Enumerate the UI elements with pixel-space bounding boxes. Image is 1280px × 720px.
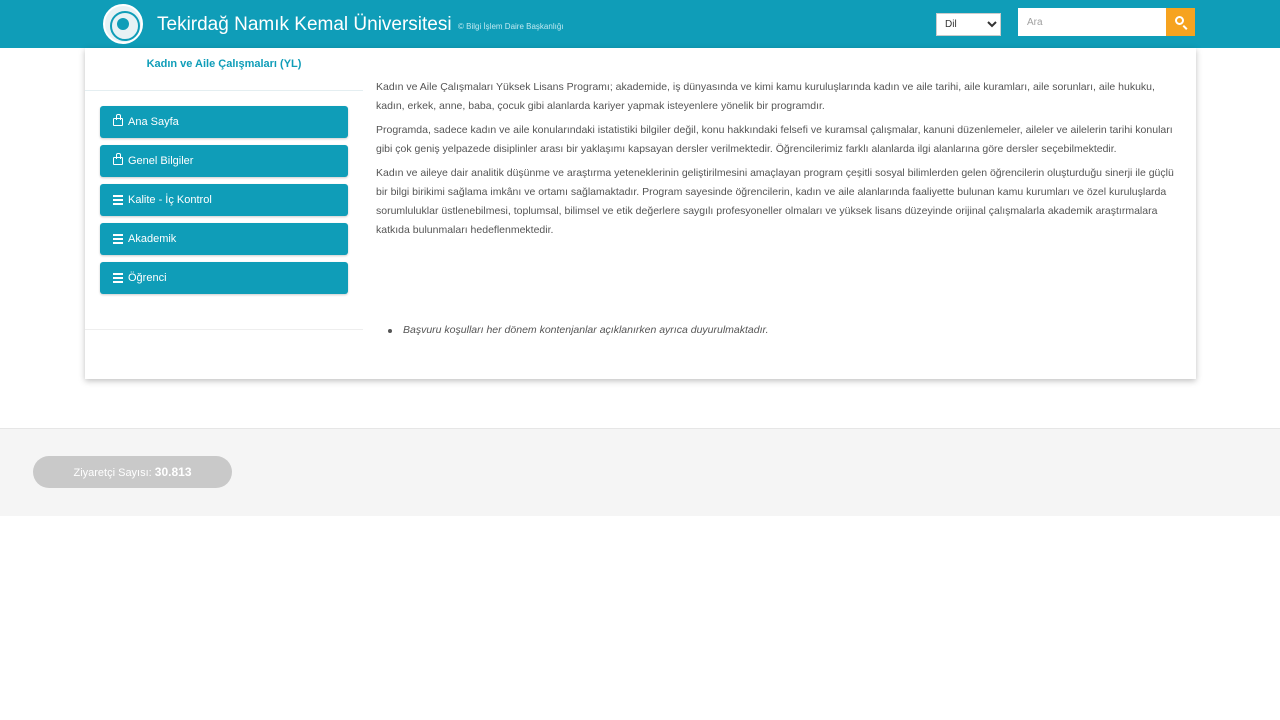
page-footer: Ziyaretçi Sayısı: 30.813 — [0, 428, 1280, 516]
visitor-counter-value: 30.813 — [154, 465, 192, 479]
bullet-dot — [388, 329, 392, 333]
program-description: Kadın ve Aile Çalışmaları Yüksek Lisans … — [376, 78, 1182, 245]
description-paragraph: Kadın ve Aile Çalışmaları Yüksek Lisans … — [376, 81, 1155, 112]
visitor-counter-label: Ziyaretçi Sayısı: — [73, 467, 152, 479]
sidebar-divider — [85, 90, 363, 91]
description-paragraph: Kadın ve aileye dair analitik düşünme ve… — [376, 167, 1174, 236]
sidebar-item-kalite-ic-kontrol[interactable]: Kalite - İç Kontrol — [100, 184, 348, 216]
sidebar-item-ogrenci[interactable]: Öğrenci — [100, 262, 348, 294]
application-note: Başvuru koşulları her dönem kontenjanlar… — [388, 324, 769, 336]
sidebar-item-label: Ana Sayfa — [128, 116, 179, 128]
search-input[interactable] — [1018, 8, 1166, 36]
main-card: Kadın ve Aile Çalışmaları (YL) Ana Sayfa… — [85, 48, 1196, 379]
sidebar-item-label: Öğrenci — [128, 272, 167, 284]
language-select[interactable]: Dil — [936, 13, 1001, 36]
sidebar-bottom-divider — [85, 329, 363, 330]
top-navigation-bar: Tekirdağ Namık Kemal Üniversitesi © Bilg… — [0, 0, 1280, 48]
list-icon — [113, 195, 123, 205]
sidebar-item-label: Kalite - İç Kontrol — [128, 194, 212, 206]
sidebar-item-genel-bilgiler[interactable]: Genel Bilgiler — [100, 145, 348, 177]
sidebar-item-label: Genel Bilgiler — [128, 155, 194, 167]
visitor-counter-badge: Ziyaretçi Sayısı: 30.813 — [33, 456, 232, 488]
sidebar-title[interactable]: Kadın ve Aile Çalışmaları (YL) — [85, 58, 363, 70]
university-seal-logo[interactable] — [103, 4, 143, 44]
application-note-text: Başvuru koşulları her dönem kontenjanlar… — [403, 324, 769, 336]
description-paragraph: Programda, sadece kadın ve aile konuları… — [376, 124, 1173, 155]
sidebar-item-label: Akademik — [128, 233, 177, 245]
university-name[interactable]: Tekirdağ Namık Kemal Üniversitesi — [157, 14, 452, 36]
university-subtitle: © Bilgi İşlem Daire Başkanlığı — [458, 22, 564, 31]
search-button[interactable] — [1166, 8, 1195, 36]
search-icon — [1175, 16, 1184, 25]
list-icon — [113, 234, 123, 244]
sidebar-item-ana-sayfa[interactable]: Ana Sayfa — [100, 106, 348, 138]
sidebar-item-akademik[interactable]: Akademik — [100, 223, 348, 255]
hand-point-icon — [113, 153, 123, 165]
hand-point-icon — [113, 114, 123, 126]
list-icon — [113, 273, 123, 283]
